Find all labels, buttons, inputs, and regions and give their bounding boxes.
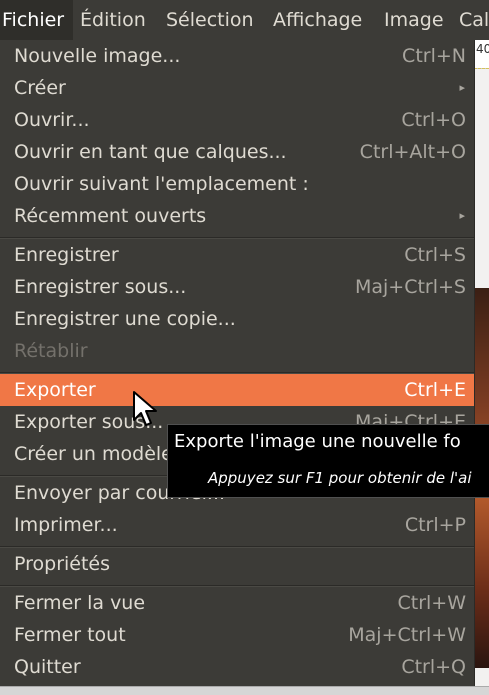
menu-item-label: Récemment ouverts: [14, 205, 207, 227]
menu-item-imprimer[interactable]: Imprimer... Ctrl+P: [0, 509, 474, 541]
menu-item-ouvrir-emplacement[interactable]: Ouvrir suivant l'emplacement :: [0, 168, 474, 200]
menu-item-label: Rétablir: [14, 340, 88, 362]
menu-item-enregistrer-copie[interactable]: Enregistrer une copie...: [0, 303, 474, 335]
menu-item-label: Exporter: [14, 379, 96, 401]
menu-item-label: Enregistrer une copie...: [14, 308, 236, 330]
menu-item-creer[interactable]: Créer ▸: [0, 72, 474, 104]
submenu-arrow-icon: ▸: [459, 81, 465, 94]
menu-item-label: Fermer la vue: [14, 592, 146, 614]
menu-item-label: Quitter: [14, 656, 81, 678]
menu-item-ouvrir-calques[interactable]: Ouvrir en tant que calques... Ctrl+Alt+O: [0, 136, 474, 168]
menu-selection[interactable]: Sélection: [166, 0, 254, 40]
canvas-area: 40: [474, 40, 489, 694]
ruler: 40: [474, 40, 489, 69]
menu-item-label: Ouvrir en tant que calques...: [14, 141, 287, 163]
menu-item-label: Propriétés: [14, 553, 111, 575]
menu-item-label: Créer: [14, 77, 66, 99]
menu-item-shortcut: Maj+Ctrl+S: [354, 276, 466, 298]
fichier-dropdown: Nouvelle image... Ctrl+N Créer ▸ Ouvrir.…: [0, 40, 475, 686]
menu-item-fermer-vue[interactable]: Fermer la vue Ctrl+W: [0, 587, 474, 619]
menu-item-ouvrir[interactable]: Ouvrir... Ctrl+O: [0, 104, 474, 136]
menu-image[interactable]: Image: [384, 0, 444, 40]
menu-item-shortcut: Ctrl+W: [397, 592, 466, 614]
menu-item-enregistrer[interactable]: Enregistrer Ctrl+S: [0, 239, 474, 271]
menu-item-shortcut: Ctrl+Q: [401, 656, 466, 678]
menu-calques[interactable]: Cal: [459, 0, 489, 40]
menu-item-label: Enregistrer: [14, 244, 119, 266]
menu-item-shortcut: Maj+Ctrl+W: [348, 624, 466, 646]
menu-item-label: Ouvrir suivant l'emplacement :: [14, 173, 309, 195]
tooltip: Exporte l'image une nouvelle fo Appuyez …: [167, 424, 489, 498]
menu-item-shortcut: Ctrl+Alt+O: [359, 141, 466, 163]
menu-item-proprietes[interactable]: Propriétés: [0, 548, 474, 580]
ruler-number: 40: [476, 42, 489, 56]
tooltip-hint: Appuyez sur F1 pour obtenir de l'ai: [208, 469, 472, 487]
menu-item-label: Imprimer...: [14, 514, 118, 536]
menu-item-shortcut: Ctrl+O: [401, 109, 466, 131]
menu-item-shortcut: Ctrl+N: [402, 45, 466, 67]
menubar: Fichier Édition Sélection Affichage Imag…: [0, 0, 489, 40]
menu-item-label: Fermer tout: [14, 624, 126, 646]
menu-item-label: Nouvelle image...: [14, 45, 181, 67]
tooltip-title: Exporte l'image une nouvelle fo: [174, 431, 461, 452]
menu-item-retablir: Rétablir: [0, 335, 474, 367]
menu-item-label: Enregistrer sous...: [14, 276, 187, 298]
menu-item-fermer-tout[interactable]: Fermer tout Maj+Ctrl+W: [0, 619, 474, 651]
menu-item-shortcut: Ctrl+S: [404, 244, 466, 266]
menu-item-nouvelle-image[interactable]: Nouvelle image... Ctrl+N: [0, 40, 474, 72]
menu-fichier[interactable]: Fichier: [0, 0, 73, 40]
menu-item-shortcut: Ctrl+E: [404, 379, 466, 401]
menu-item-enregistrer-sous[interactable]: Enregistrer sous... Maj+Ctrl+S: [0, 271, 474, 303]
menu-item-label: Ouvrir...: [14, 109, 90, 131]
menu-item-shortcut: Ctrl+P: [404, 514, 466, 536]
submenu-arrow-icon: ▸: [459, 209, 465, 222]
menu-edition[interactable]: Édition: [80, 0, 146, 40]
menu-item-recemment-ouverts[interactable]: Récemment ouverts ▸: [0, 200, 474, 232]
menu-item-label: Créer un modèle...: [14, 443, 191, 465]
menu-item-exporter[interactable]: Exporter Ctrl+E: [0, 374, 474, 406]
menu-item-quitter[interactable]: Quitter Ctrl+Q: [0, 651, 474, 683]
canvas-boundary: [474, 68, 489, 70]
menu-affichage[interactable]: Affichage: [273, 0, 362, 40]
mouse-pointer-icon: [133, 391, 157, 426]
